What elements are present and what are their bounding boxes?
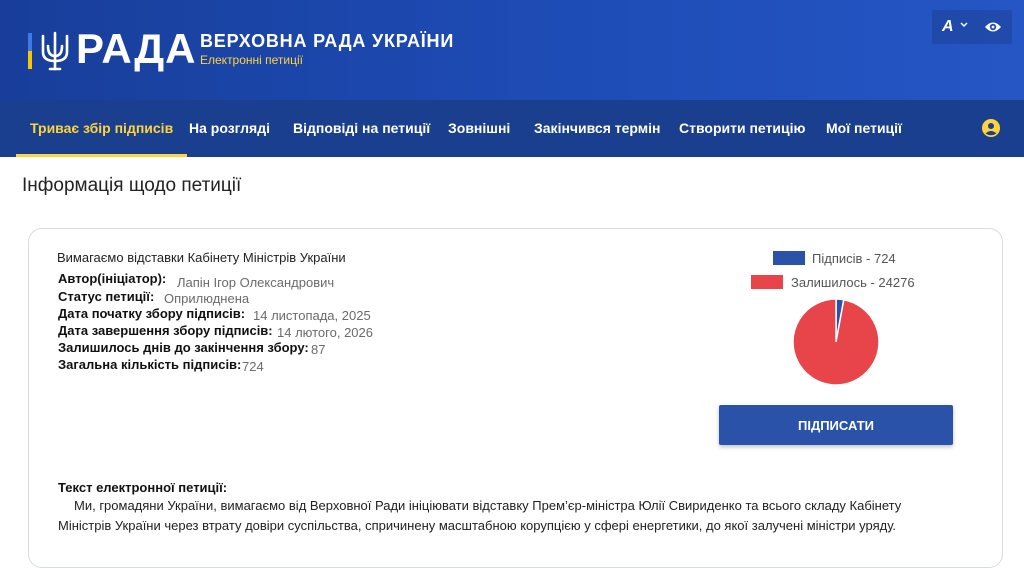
petition-text: Ми, громадяни України, вимагаємо від Вер… [58, 498, 902, 533]
start-date-label: Дата початку збору підписів: [58, 306, 246, 321]
pie-slice-remaining [793, 299, 879, 385]
nav-item-collecting[interactable]: Триває збір підписів [15, 100, 188, 157]
nav-item-external[interactable]: Зовнішні [448, 100, 510, 157]
flag-stripe [28, 33, 32, 69]
total-signatures-value: 724 [242, 359, 264, 374]
page-title: Інформація щодо петиції [22, 175, 242, 196]
main-nav: Триває збір підписів На розгляді Відпові… [0, 100, 1024, 157]
site-logo[interactable]: РАДА [76, 24, 196, 74]
days-left-label: Залишилось днів до закінчення збору: [58, 340, 309, 355]
trident-icon [41, 31, 69, 71]
legend-swatch-signed [773, 251, 805, 265]
org-name: ВЕРХОВНА РАДА УКРАЇНИ [200, 31, 455, 51]
start-date-value: 14 листопада, 2025 [253, 308, 371, 323]
nav-item-in-review[interactable]: На розгляді [189, 100, 270, 157]
sign-button[interactable]: ПІДПИСАТИ [719, 405, 953, 445]
user-circle-icon[interactable] [982, 119, 1000, 137]
total-signatures-label: Загальна кількість підписів: [58, 357, 242, 372]
end-date-value: 14 лютого, 2026 [277, 325, 373, 340]
org-subtitle: Електронні петиції [200, 53, 304, 67]
days-left-value: 87 [311, 342, 326, 357]
eye-icon[interactable] [984, 19, 1002, 35]
status-value: Оприлюднена [164, 291, 250, 306]
legend-remaining: Залишилось - 24276 [791, 275, 915, 290]
signatures-pie-chart [793, 299, 879, 385]
petition-text-header: Текст електронної петиції: [58, 480, 228, 495]
petition-title: Вимагаємо відставки Кабінету Міністрів У… [57, 250, 346, 265]
author-value: Лапін Ігор Олександрович [177, 275, 335, 290]
nav-item-expired[interactable]: Закінчився термін [534, 100, 660, 157]
end-date-label: Дата завершення збору підписів: [58, 323, 273, 338]
status-label: Статус петиції: [58, 289, 155, 304]
accessibility-tools: A [932, 10, 1012, 44]
nav-item-create[interactable]: Створити петицію [679, 100, 805, 157]
legend-swatch-remaining [751, 275, 783, 289]
nav-item-my-petitions[interactable]: Мої петиції [826, 100, 902, 157]
nav-item-answers[interactable]: Відповіді на петиції [293, 100, 430, 157]
chevron-down-icon [960, 22, 968, 28]
legend-signed: Підписів - 724 [812, 251, 896, 266]
author-label: Автор(ініціатор): [58, 271, 167, 286]
font-size-button[interactable]: A [942, 18, 954, 36]
